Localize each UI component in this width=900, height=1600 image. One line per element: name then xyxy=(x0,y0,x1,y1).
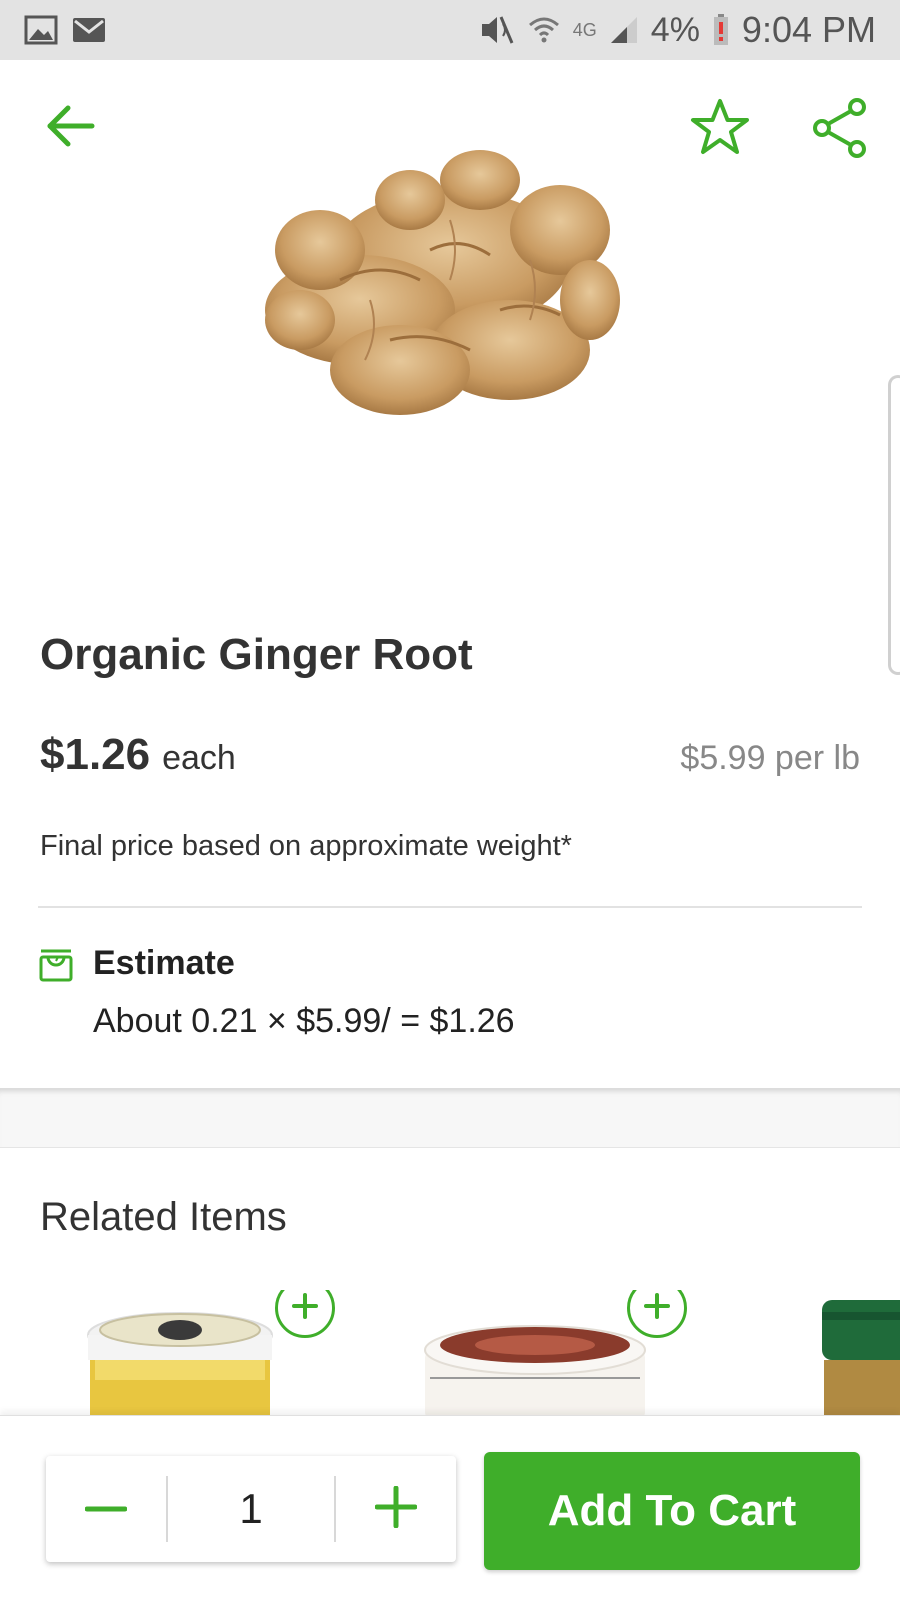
plus-circle-icon xyxy=(642,1291,672,1326)
estimate-calculation: About 0.21 × $5.99/ = $1.26 xyxy=(93,1002,515,1040)
mute-icon xyxy=(479,13,515,47)
back-arrow-icon xyxy=(44,103,96,154)
status-bar: 4G 4% 9:04 PM xyxy=(0,0,900,60)
add-related-item-button[interactable] xyxy=(275,1290,335,1338)
status-left xyxy=(24,15,106,45)
plus-icon xyxy=(374,1485,418,1533)
section-separator xyxy=(0,1088,900,1148)
bottom-action-bar: 1 Add To Cart xyxy=(0,1415,900,1600)
price-unit: each xyxy=(162,739,236,777)
price-row: $1.26 each $5.99 per lb xyxy=(40,730,860,780)
status-time: 9:04 PM xyxy=(741,9,876,50)
scale-icon xyxy=(38,947,74,983)
related-item[interactable] xyxy=(420,1290,650,1415)
battery-icon xyxy=(712,13,730,47)
battery-percent: 4% xyxy=(650,10,700,49)
quantity-value[interactable]: 1 xyxy=(168,1485,334,1533)
side-drawer-handle[interactable] xyxy=(888,375,900,675)
minus-icon xyxy=(84,1500,128,1518)
related-item[interactable] xyxy=(80,1290,280,1415)
add-to-cart-button[interactable]: Add To Cart xyxy=(484,1452,860,1570)
estimate-title: Estimate xyxy=(93,944,235,982)
signal-icon xyxy=(609,15,639,45)
share-button[interactable] xyxy=(808,97,872,164)
increase-quantity-button[interactable] xyxy=(336,1456,456,1562)
product-title: Organic Ginger Root xyxy=(40,630,473,679)
related-item[interactable] xyxy=(820,1290,900,1415)
related-items-list[interactable] xyxy=(0,1290,900,1415)
image-icon xyxy=(24,15,58,45)
status-right: 4G 4% 9:04 PM xyxy=(479,9,876,51)
price-per-weight: $5.99 per lb xyxy=(680,739,860,777)
divider xyxy=(38,906,862,908)
product-image xyxy=(250,140,630,440)
price-note: Final price based on approximate weight* xyxy=(40,830,572,862)
plus-circle-icon xyxy=(290,1291,320,1326)
share-icon xyxy=(810,97,870,164)
quantity-stepper[interactable]: 1 xyxy=(46,1456,456,1562)
related-items-title: Related Items xyxy=(40,1195,287,1239)
back-button[interactable] xyxy=(40,98,100,158)
network-type-label: 4G xyxy=(572,19,597,40)
star-icon xyxy=(689,98,751,163)
decrease-quantity-button[interactable] xyxy=(46,1456,166,1562)
favorite-button[interactable] xyxy=(688,98,752,162)
product-price: $1.26 xyxy=(40,730,151,779)
wifi-icon xyxy=(527,13,561,47)
mail-icon xyxy=(72,15,106,45)
